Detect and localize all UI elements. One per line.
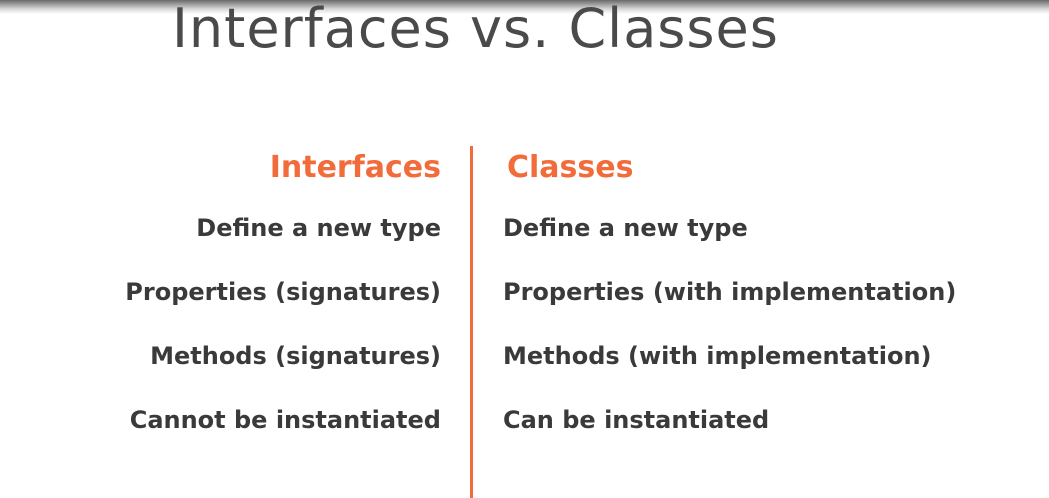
- classes-column: Classes Define a new type Properties (wi…: [503, 148, 956, 468]
- classes-row: Can be instantiated: [503, 406, 770, 434]
- interfaces-row: Methods (signatures): [150, 342, 441, 370]
- interfaces-header: Interfaces: [269, 150, 441, 185]
- classes-row: Define a new type: [503, 214, 748, 242]
- slide-title: Interfaces vs. Classes: [172, 0, 779, 60]
- classes-header: Classes: [507, 150, 634, 185]
- column-divider: [470, 146, 473, 498]
- interfaces-row: Cannot be instantiated: [129, 406, 441, 434]
- interfaces-column: Interfaces Define a new type Properties …: [125, 148, 441, 468]
- classes-row: Methods (with implementation): [503, 342, 932, 370]
- interfaces-row: Define a new type: [196, 214, 441, 242]
- interfaces-row: Properties (signatures): [125, 278, 441, 306]
- classes-row: Properties (with implementation): [503, 278, 957, 306]
